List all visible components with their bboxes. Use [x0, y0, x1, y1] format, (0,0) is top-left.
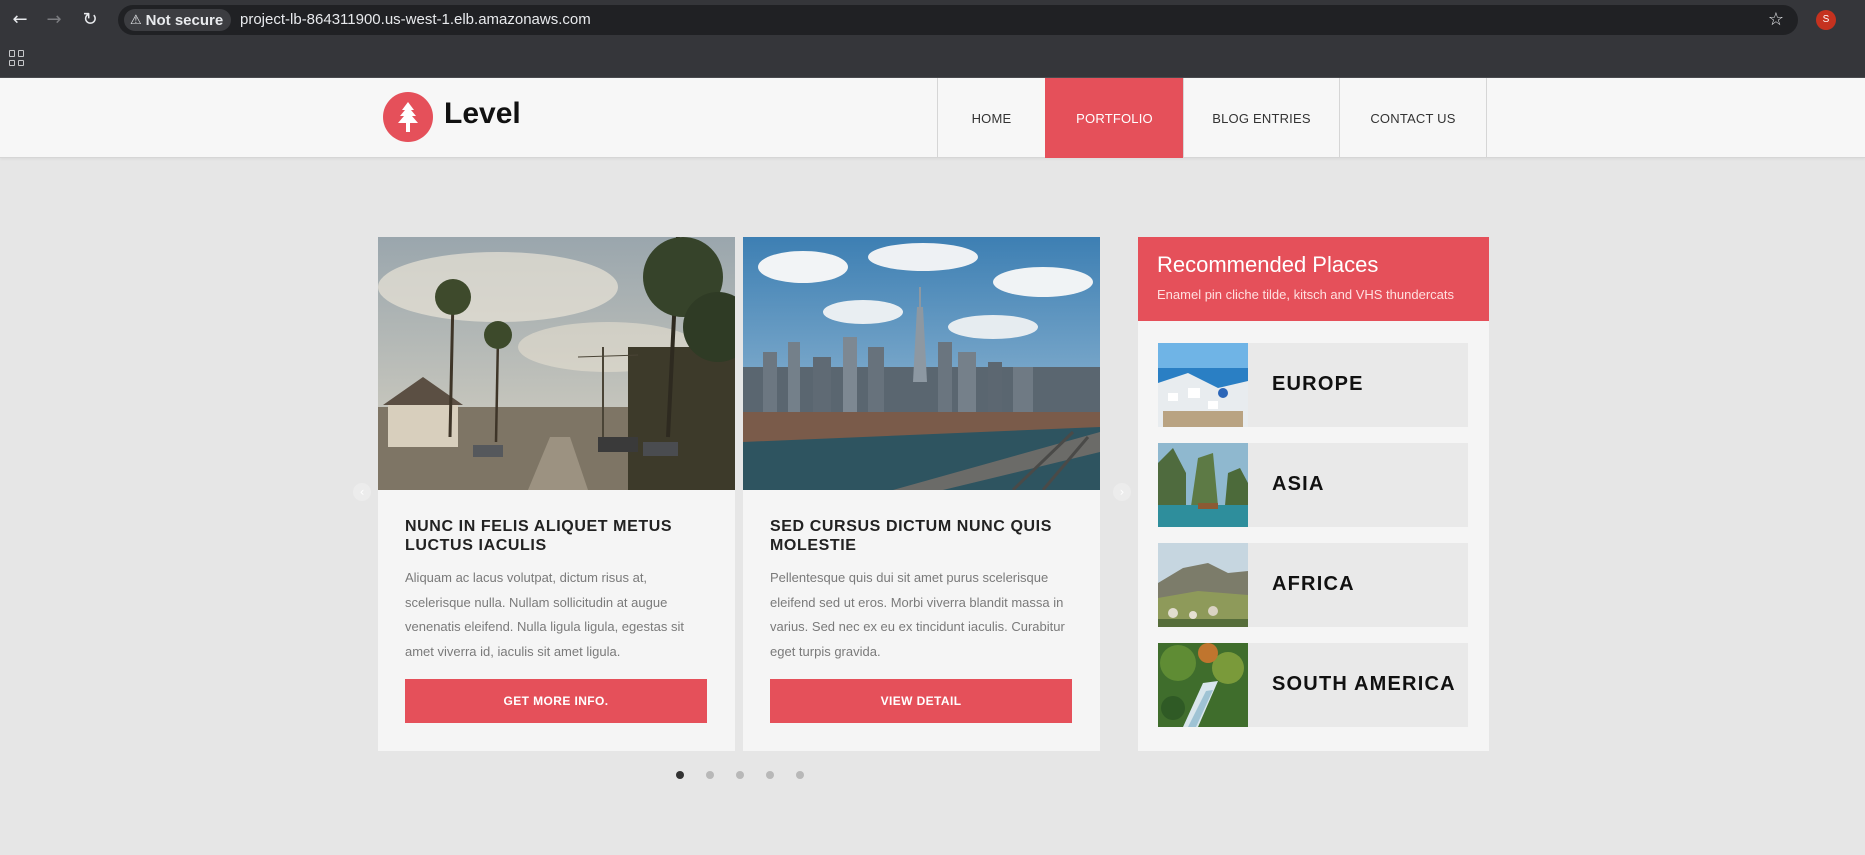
slider-dot[interactable]	[736, 771, 744, 779]
address-bar[interactable]: ⚠ Not secure project-lb-864311900.us-wes…	[118, 5, 1798, 35]
panel-title: Recommended Places	[1157, 252, 1379, 277]
place-name: ASIA	[1272, 473, 1325, 495]
security-label: Not secure	[145, 11, 224, 29]
place-item-south-america[interactable]: SOUTH AMERICA	[1158, 643, 1468, 727]
city-skyline-image	[743, 237, 1100, 490]
security-chip[interactable]: ⚠ Not secure	[124, 9, 232, 31]
forward-button[interactable]: →	[42, 8, 66, 32]
panel-header: Recommended Places Enamel pin cliche til…	[1138, 237, 1489, 321]
nav-portfolio[interactable]: PORTFOLIO	[1045, 78, 1183, 158]
panel-subtitle: Enamel pin cliche tilde, kitsch and VHS …	[1157, 287, 1454, 302]
slider-dot[interactable]	[796, 771, 804, 779]
card-title: NUNC IN FELIS ALIQUET METUS LUCTUS IACUL…	[405, 518, 673, 554]
recommended-places-panel: Recommended Places Enamel pin cliche til…	[1138, 237, 1489, 751]
slider-dot[interactable]	[766, 771, 774, 779]
nav-blog-entries[interactable]: BLOG ENTRIES	[1183, 78, 1339, 158]
asia-thumbnail	[1158, 443, 1248, 527]
card-title: SED CURSUS DICTUM NUNC QUIS MOLESTIE	[770, 518, 1052, 554]
europe-thumbnail	[1158, 343, 1248, 427]
portfolio-card: NUNC IN FELIS ALIQUET METUS LUCTUS IACUL…	[378, 237, 735, 751]
south-america-thumbnail	[1158, 643, 1248, 727]
africa-thumbnail	[1158, 543, 1248, 627]
slider-dot[interactable]	[676, 771, 684, 779]
get-more-info-button[interactable]: GET MORE INFO.	[405, 679, 707, 723]
nav-contact-us[interactable]: CONTACT US	[1339, 78, 1486, 158]
place-name: AFRICA	[1272, 573, 1355, 595]
profile-avatar[interactable]: S	[1816, 10, 1836, 30]
back-button[interactable]: ←	[8, 8, 32, 32]
main-nav: HOME PORTFOLIO BLOG ENTRIES CONTACT US	[937, 78, 1487, 158]
portfolio-card: SED CURSUS DICTUM NUNC QUIS MOLESTIE Pel…	[743, 237, 1100, 751]
warning-icon: ⚠	[130, 12, 142, 28]
place-name: SOUTH AMERICA	[1272, 673, 1456, 695]
slider-pagination	[676, 771, 804, 779]
place-name: EUROPE	[1272, 373, 1364, 395]
browser-toolbar: ← → ↻ ⚠ Not secure project-lb-864311900.…	[0, 0, 1865, 40]
nav-home[interactable]: HOME	[937, 78, 1045, 158]
bookmark-star-icon[interactable]: ☆	[1768, 9, 1784, 30]
street-palm-trees-image	[378, 237, 735, 490]
slider-prev-arrow[interactable]: ‹	[353, 483, 371, 501]
place-item-europe[interactable]: EUROPE	[1158, 343, 1468, 427]
card-description: Aliquam ac lacus volutpat, dictum risus …	[405, 570, 684, 659]
url-text[interactable]: project-lb-864311900.us-west-1.elb.amazo…	[240, 11, 591, 29]
place-item-africa[interactable]: AFRICA	[1158, 543, 1468, 627]
site-logo-text[interactable]: Level	[444, 96, 521, 132]
site-header: Level HOME PORTFOLIO BLOG ENTRIES CONTAC…	[0, 78, 1865, 158]
logo-badge[interactable]	[383, 92, 433, 142]
view-detail-button[interactable]: VIEW DETAIL	[770, 679, 1072, 723]
reload-button[interactable]: ↻	[78, 8, 102, 32]
card-description: Pellentesque quis dui sit amet purus sce…	[770, 570, 1065, 659]
bookmarks-bar	[0, 40, 1865, 78]
place-item-asia[interactable]: ASIA	[1158, 443, 1468, 527]
apps-grid-icon[interactable]	[9, 50, 25, 66]
pine-tree-icon	[398, 102, 418, 132]
slider-next-arrow[interactable]: ›	[1113, 483, 1131, 501]
slider-dot[interactable]	[706, 771, 714, 779]
